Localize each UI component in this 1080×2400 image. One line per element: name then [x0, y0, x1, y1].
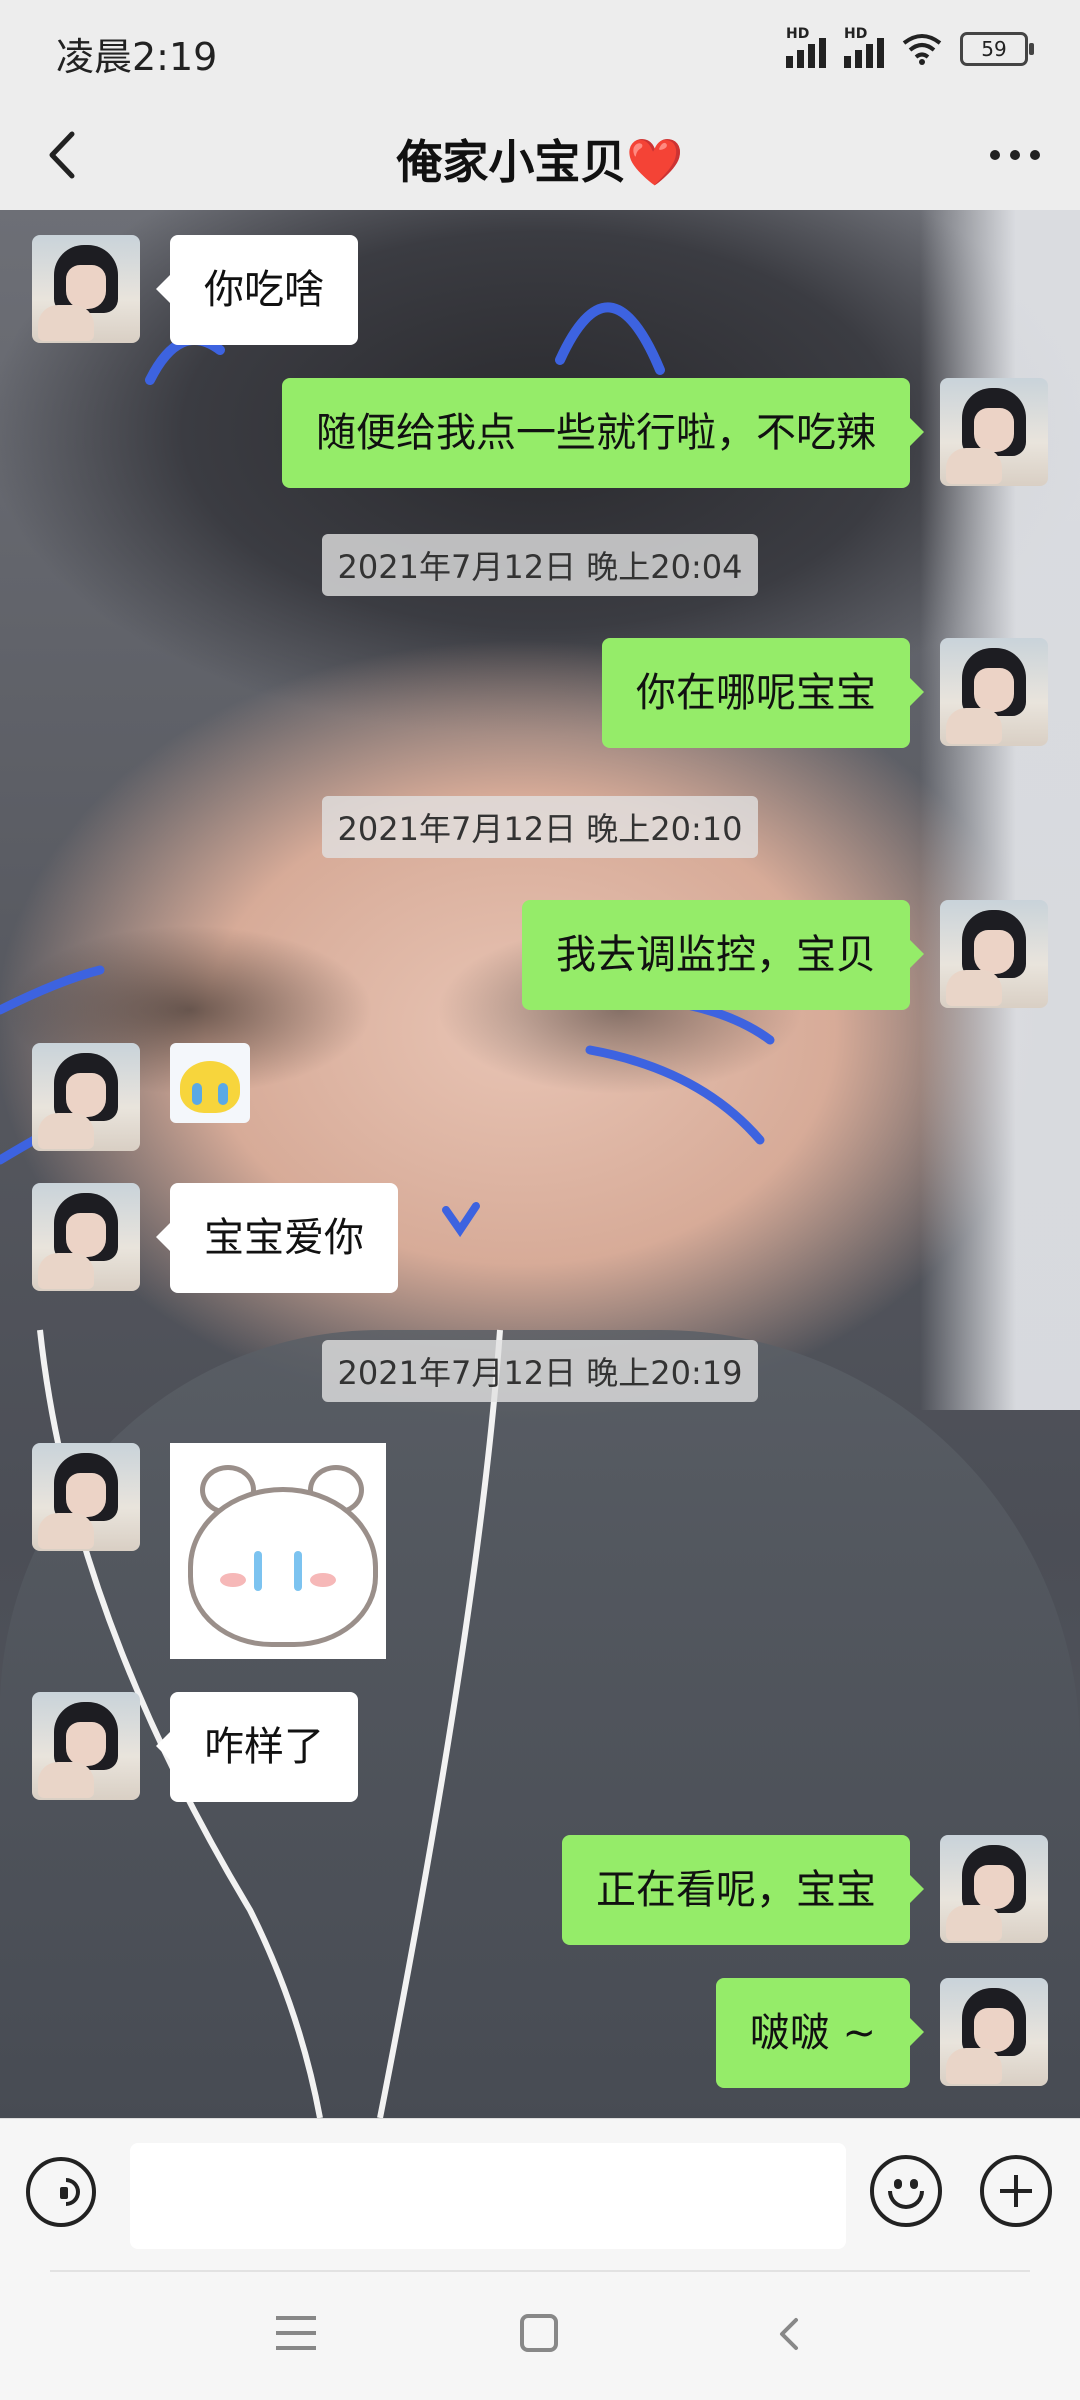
plus-icon[interactable]	[980, 2155, 1052, 2227]
timestamp: 2021年7月12日 晚上20:19	[0, 1340, 1080, 1402]
my-avatar[interactable]	[940, 638, 1048, 746]
contact-avatar[interactable]	[32, 1043, 140, 1151]
timestamp: 2021年7月12日 晚上20:10	[0, 796, 1080, 858]
my-avatar[interactable]	[940, 900, 1048, 1008]
message-bubble[interactable]: 咋样了	[156, 1692, 358, 1802]
message-bubble[interactable]: 啵啵 ~	[715, 1978, 925, 2088]
my-avatar[interactable]	[940, 1978, 1048, 2086]
input-bar	[0, 2118, 1080, 2271]
timestamp: 2021年7月12日 晚上20:04	[0, 534, 1080, 596]
contact-avatar[interactable]	[32, 1443, 140, 1551]
my-avatar[interactable]	[940, 1835, 1048, 1943]
voice-icon[interactable]	[26, 2157, 96, 2227]
message-bubble[interactable]: 宝宝爱你	[156, 1183, 398, 1293]
cell-signal-icon: HD	[786, 26, 826, 68]
chat-title: 俺家小宝贝❤️	[396, 135, 684, 189]
more-icon[interactable]	[980, 120, 1050, 190]
crying-pikachu-sticker[interactable]	[170, 1043, 250, 1123]
status-bar: 凌晨2:19 HD HD 59	[0, 0, 1080, 100]
system-nav-bar	[0, 2270, 1080, 2400]
status-time: 凌晨2:19	[56, 35, 218, 79]
emoji-icon[interactable]	[870, 2155, 942, 2227]
status-icons: HD HD 59	[786, 26, 1034, 68]
message-bubble[interactable]: 随便给我点一些就行啦，不吃辣	[282, 378, 924, 488]
message-bubble[interactable]: 正在看呢，宝宝	[562, 1835, 924, 1945]
chat-header: 俺家小宝贝❤️	[0, 100, 1080, 210]
wifi-icon	[902, 34, 942, 65]
crying-bear-sticker[interactable]	[170, 1443, 386, 1659]
message-input[interactable]	[130, 2143, 846, 2249]
cell-signal-icon: HD	[844, 26, 884, 68]
message-bubble[interactable]: 你吃啥	[156, 235, 358, 345]
my-avatar[interactable]	[940, 378, 1048, 486]
message-bubble[interactable]: 我去调监控，宝贝	[522, 900, 924, 1010]
contact-avatar[interactable]	[32, 1183, 140, 1291]
contact-avatar[interactable]	[32, 1692, 140, 1800]
chat-area[interactable]: 你吃啥 随便给我点一些就行啦，不吃辣 2021年7月12日 晚上20:04 你在…	[0, 210, 1080, 2118]
background-doodle	[0, 302, 775, 2118]
home-icon[interactable]	[520, 2314, 558, 2352]
message-bubble[interactable]: 你在哪呢宝宝	[602, 638, 924, 748]
menu-icon[interactable]	[276, 2316, 316, 2350]
back-nav-icon[interactable]	[772, 2316, 808, 2352]
contact-avatar[interactable]	[32, 235, 140, 343]
battery-icon: 59	[960, 32, 1034, 66]
divider	[50, 2270, 1030, 2272]
